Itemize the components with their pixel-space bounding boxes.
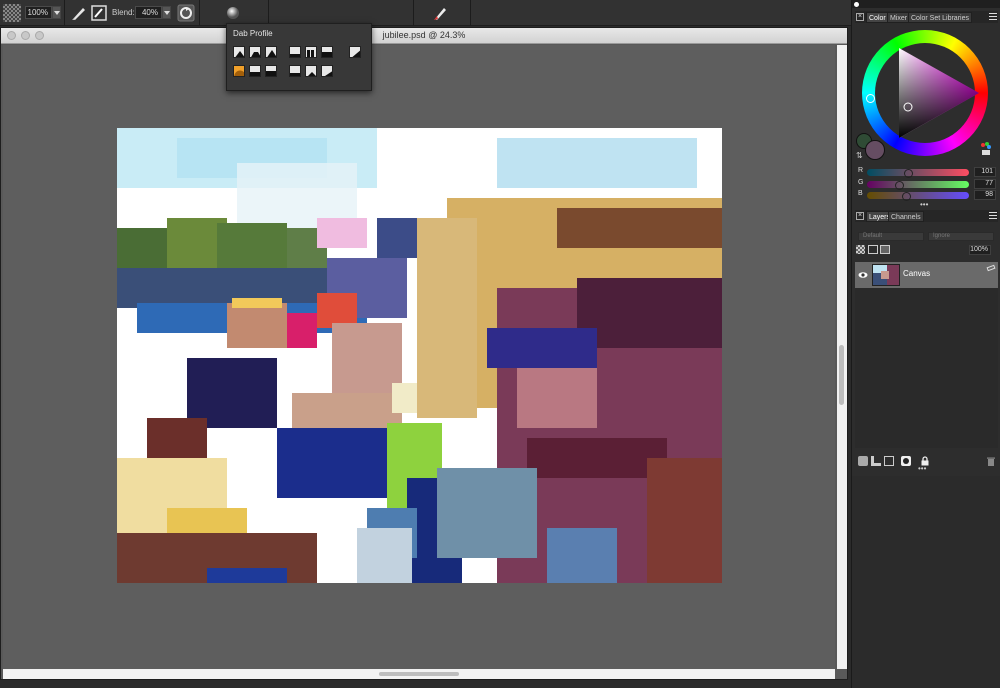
blend-field[interactable]: 40%: [135, 6, 162, 19]
clone-color-icon[interactable]: [979, 141, 993, 157]
layer-adjust-icon[interactable]: [858, 456, 868, 466]
dab-profile-option[interactable]: [233, 65, 245, 77]
green-slider-knob[interactable]: [895, 181, 904, 190]
dab-profile-popup: Dab Profile: [226, 23, 372, 91]
close-icon[interactable]: ×: [856, 13, 864, 21]
blue-label: B: [858, 190, 863, 197]
dab-profile-icon[interactable]: [224, 4, 242, 22]
panel-collapse-dot[interactable]: [854, 2, 859, 7]
tab-channels[interactable]: Channels: [888, 211, 924, 222]
dab-profile-option[interactable]: [305, 65, 317, 77]
grain-icon[interactable]: [3, 4, 21, 22]
toolbar-divider: [64, 0, 65, 26]
layers-list: [855, 288, 998, 448]
dab-profile-option[interactable]: [321, 46, 333, 58]
swap-colors-icon[interactable]: ⇅: [856, 151, 863, 160]
layer-icons-row: [856, 245, 896, 255]
close-icon[interactable]: ×: [856, 212, 864, 220]
opacity-field[interactable]: 100%: [969, 245, 991, 255]
green-slider-row: G 77: [858, 179, 998, 190]
horizontal-scroll-thumb[interactable]: [379, 672, 459, 676]
transparency-icon[interactable]: [856, 245, 865, 254]
red-slider-row: R 101: [858, 167, 998, 178]
color-panel-tabs: × Color Mixer Color Set Libraries: [855, 11, 998, 23]
toolbar-divider: [413, 0, 414, 26]
right-panel-dock: × Color Mixer Color Set Libraries ⇅ R 10…: [851, 0, 1000, 688]
panel-resize-dots[interactable]: •••: [918, 464, 926, 473]
panel-menu-icon[interactable]: [989, 212, 997, 219]
layers-panel-tabs: × Layers Channels: [855, 210, 998, 222]
empty-panel-area: [852, 476, 1000, 688]
toolbar-divider: [199, 0, 200, 26]
dab-profile-option[interactable]: [349, 46, 361, 58]
reset-icon[interactable]: [177, 4, 195, 22]
composite-method-select[interactable]: Default: [858, 232, 924, 241]
vertical-scrollbar[interactable]: [837, 45, 847, 669]
dab-profile-option[interactable]: [249, 65, 261, 77]
canvas-area[interactable]: [3, 45, 835, 669]
trash-icon[interactable]: [986, 456, 996, 466]
panel-dock-header: [852, 0, 1000, 8]
new-layer-group-icon[interactable]: [884, 456, 894, 466]
green-value-field[interactable]: 77: [974, 179, 996, 189]
red-slider[interactable]: [867, 169, 969, 178]
painting-canvas[interactable]: [117, 128, 722, 583]
blue-slider-knob[interactable]: [902, 192, 911, 201]
blue-slider[interactable]: [867, 192, 969, 201]
green-slider[interactable]: [867, 181, 969, 190]
green-label: G: [858, 179, 864, 186]
layer-brush-icon: [986, 264, 996, 272]
dab-profile-option[interactable]: [249, 46, 261, 58]
composite-option-select[interactable]: Ignore: [928, 232, 994, 241]
eyedropper-icon[interactable]: [90, 4, 108, 22]
size-dropdown[interactable]: [52, 6, 61, 19]
red-value-field[interactable]: 101: [974, 167, 996, 177]
dab-profile-option[interactable]: [265, 46, 277, 58]
blue-slider-row: B 98: [858, 190, 998, 201]
dab-profile-option[interactable]: [265, 65, 277, 77]
document-window: jubilee.psd @ 24.3%: [0, 27, 848, 680]
dab-profile-option[interactable]: [233, 46, 245, 58]
horizontal-scrollbar[interactable]: [3, 669, 835, 679]
blend-label: Blend:: [112, 8, 135, 17]
blue-value-field[interactable]: 98: [974, 190, 996, 200]
red-label: R: [858, 167, 864, 174]
size-field[interactable]: 100%: [25, 6, 52, 19]
toolbar-divider: [470, 0, 471, 26]
red-slider-knob[interactable]: [904, 169, 913, 178]
dab-profile-option[interactable]: [289, 65, 301, 77]
layer-thumbnail: [872, 264, 900, 286]
panel-resize-dots[interactable]: •••: [920, 200, 928, 209]
dab-profile-option[interactable]: [289, 46, 301, 58]
dab-profile-title: Dab Profile: [233, 29, 273, 38]
blend-dropdown[interactable]: [162, 6, 171, 19]
layer-mask-icon[interactable]: [901, 456, 911, 466]
primary-color-swatch[interactable]: [865, 140, 885, 160]
document-title: jubilee.psd @ 24.3%: [382, 30, 466, 40]
painting-artwork: [117, 128, 722, 583]
tab-color-set-libraries[interactable]: Color Set Libraries: [908, 12, 972, 23]
dab-profile-option[interactable]: [321, 65, 333, 77]
saturation-value-triangle[interactable]: [862, 30, 988, 156]
tab-mixer[interactable]: Mixer: [887, 12, 911, 23]
layer-row-canvas[interactable]: Canvas: [855, 262, 998, 288]
eye-icon[interactable]: [858, 270, 868, 280]
property-bar: 100% Blend: 40%: [0, 0, 1000, 26]
document-titlebar: jubilee.psd @ 24.3%: [1, 28, 847, 44]
dab-profile-option[interactable]: [305, 46, 317, 58]
panel-menu-icon[interactable]: [989, 13, 997, 20]
layer-stack-icon[interactable]: [880, 245, 890, 254]
tab-color[interactable]: Color: [866, 12, 889, 23]
dynamic-plugins-icon[interactable]: [871, 456, 881, 466]
vertical-scroll-thumb[interactable]: [839, 345, 844, 405]
layer-comp-icon[interactable]: [868, 245, 878, 254]
layer-name: Canvas: [903, 269, 931, 278]
brush-variant-icon[interactable]: [431, 4, 449, 22]
brush-icon[interactable]: [70, 4, 88, 22]
